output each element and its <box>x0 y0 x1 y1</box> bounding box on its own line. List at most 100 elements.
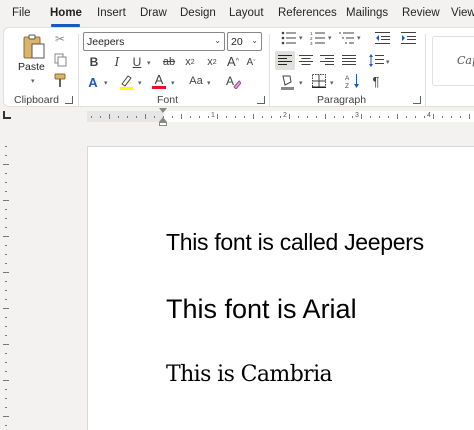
text-effects-dropdown-icon[interactable]: ▾ <box>104 79 108 87</box>
strikethrough-button[interactable]: ab <box>161 55 177 69</box>
align-right-icon[interactable] <box>320 54 334 67</box>
show-formatting-marks-button[interactable]: ¶ <box>370 74 382 88</box>
superscript-button[interactable]: x2 <box>205 55 219 69</box>
tab-view[interactable]: View <box>451 7 474 19</box>
vertical-ruler-tick <box>3 200 9 201</box>
borders-dropdown-icon[interactable]: ▾ <box>330 79 334 87</box>
multilevel-list-icon[interactable] <box>339 31 355 45</box>
clear-formatting-icon[interactable]: A <box>225 73 241 89</box>
subscript-button[interactable]: x2 <box>183 55 197 69</box>
shrink-font-button[interactable]: Aˇ <box>243 56 259 70</box>
ruler-tick <box>343 116 344 118</box>
ruler-tick <box>217 114 218 119</box>
grow-font-button[interactable]: A ^ <box>225 53 241 69</box>
tab-references[interactable]: References <box>278 7 337 19</box>
grow-font-glyph: A <box>227 53 236 69</box>
paragraph-group-label: Paragraph <box>317 94 367 106</box>
chevron-down-icon[interactable]: ⌄ <box>251 36 258 45</box>
highlighter-icon[interactable] <box>117 73 135 90</box>
bullets-icon[interactable] <box>281 31 297 45</box>
tab-file[interactable]: File <box>12 7 31 19</box>
styles-gallery[interactable]: Cap <box>432 36 474 86</box>
bold-button[interactable]: B <box>87 55 101 69</box>
line-spacing-dropdown-icon[interactable]: ▾ <box>386 58 390 66</box>
align-left-icon[interactable] <box>278 54 292 67</box>
tab-mailings[interactable]: Mailings <box>346 7 388 19</box>
ruler-tick <box>433 114 434 119</box>
shading-icon[interactable] <box>279 73 296 90</box>
ruler-tick <box>199 116 200 118</box>
line-spacing-icon[interactable] <box>368 53 384 68</box>
decrease-indent-icon[interactable] <box>375 31 391 45</box>
ruler-tick <box>100 116 101 118</box>
tab-design[interactable]: Design <box>180 7 216 19</box>
font-color-button[interactable]: A <box>151 72 167 86</box>
vertical-ruler-tick <box>3 272 9 273</box>
tab-home[interactable]: Home <box>50 7 82 19</box>
group-divider <box>78 34 79 106</box>
font-launcher-icon[interactable] <box>257 96 265 104</box>
ruler-tick <box>451 116 452 118</box>
copy-icon[interactable] <box>54 53 67 67</box>
ruler-tick <box>352 116 353 118</box>
document-line-jeepers[interactable]: This font is called Jeepers <box>166 229 424 256</box>
paste-button[interactable]: Paste <box>18 61 45 73</box>
underline-button[interactable]: U <box>130 55 144 69</box>
clipboard-group-label: Clipboard <box>14 94 59 106</box>
vertical-ruler-tick <box>5 290 7 291</box>
first-line-indent-marker[interactable] <box>159 108 167 113</box>
chevron-down-icon[interactable]: ⌄ <box>214 36 221 45</box>
font-name-value: Jeepers <box>87 36 125 48</box>
ruler-number: 3 <box>355 112 359 119</box>
ruler-tick <box>397 114 398 119</box>
justify-icon[interactable] <box>342 54 356 67</box>
vertical-ruler-tick <box>5 146 7 147</box>
document-line-arial[interactable]: This font is Arial <box>166 294 357 325</box>
tab-layout[interactable]: Layout <box>229 7 264 19</box>
vertical-ruler-tick <box>5 218 7 219</box>
ruler-tick <box>424 116 425 118</box>
numbering-icon[interactable]: 1 2 3 <box>310 31 326 45</box>
cut-icon[interactable]: ✂ <box>53 32 67 46</box>
bullets-dropdown-icon[interactable]: ▾ <box>299 34 303 42</box>
paste-icon[interactable] <box>21 33 47 61</box>
font-size-value: 20 <box>231 36 243 48</box>
borders-icon[interactable] <box>312 74 326 88</box>
highlight-dropdown-icon[interactable]: ▾ <box>138 79 142 87</box>
group-divider <box>269 34 270 106</box>
multilevel-dropdown-icon[interactable]: ▾ <box>357 34 361 42</box>
text-effects-button[interactable]: A <box>85 74 101 90</box>
ruler-tick <box>172 116 173 118</box>
document-page[interactable] <box>87 146 474 430</box>
tab-selector-icon[interactable] <box>3 111 11 119</box>
sort-icon[interactable]: A Z <box>345 73 361 89</box>
paragraph-launcher-icon[interactable] <box>413 96 421 104</box>
tab-insert[interactable]: Insert <box>97 7 126 19</box>
italic-button[interactable]: I <box>110 55 124 69</box>
document-line-cambria[interactable]: This is Cambria <box>166 362 333 387</box>
format-painter-icon[interactable] <box>53 73 68 88</box>
ruler-tick <box>109 114 110 119</box>
ruler-tick <box>316 116 317 118</box>
ruler-tick <box>388 116 389 118</box>
svg-text:3: 3 <box>310 41 313 45</box>
shading-dropdown-icon[interactable]: ▾ <box>299 79 303 87</box>
font-color-dropdown-icon[interactable]: ▾ <box>171 79 175 87</box>
font-name-combobox[interactable]: Jeepers ⌄ <box>83 32 225 51</box>
vertical-ruler[interactable] <box>0 126 12 430</box>
tab-draw[interactable]: Draw <box>140 7 167 19</box>
subscript-marker: 2 <box>190 58 195 66</box>
underline-dropdown-icon[interactable]: ▾ <box>147 59 151 67</box>
change-case-button[interactable]: Aa <box>187 74 205 88</box>
paste-dropdown-icon[interactable]: ▾ <box>31 77 35 85</box>
numbering-dropdown-icon[interactable]: ▾ <box>328 34 332 42</box>
tab-review[interactable]: Review <box>402 7 440 19</box>
clipboard-launcher-icon[interactable] <box>65 96 73 104</box>
left-indent-marker[interactable] <box>159 122 167 126</box>
font-size-combobox[interactable]: 20 ⌄ <box>227 32 262 51</box>
change-case-dropdown-icon[interactable]: ▾ <box>207 79 211 87</box>
vertical-ruler-tick <box>3 344 9 345</box>
increase-indent-icon[interactable] <box>401 31 417 45</box>
align-center-icon[interactable] <box>299 54 313 67</box>
vertical-ruler-tick <box>5 155 7 156</box>
